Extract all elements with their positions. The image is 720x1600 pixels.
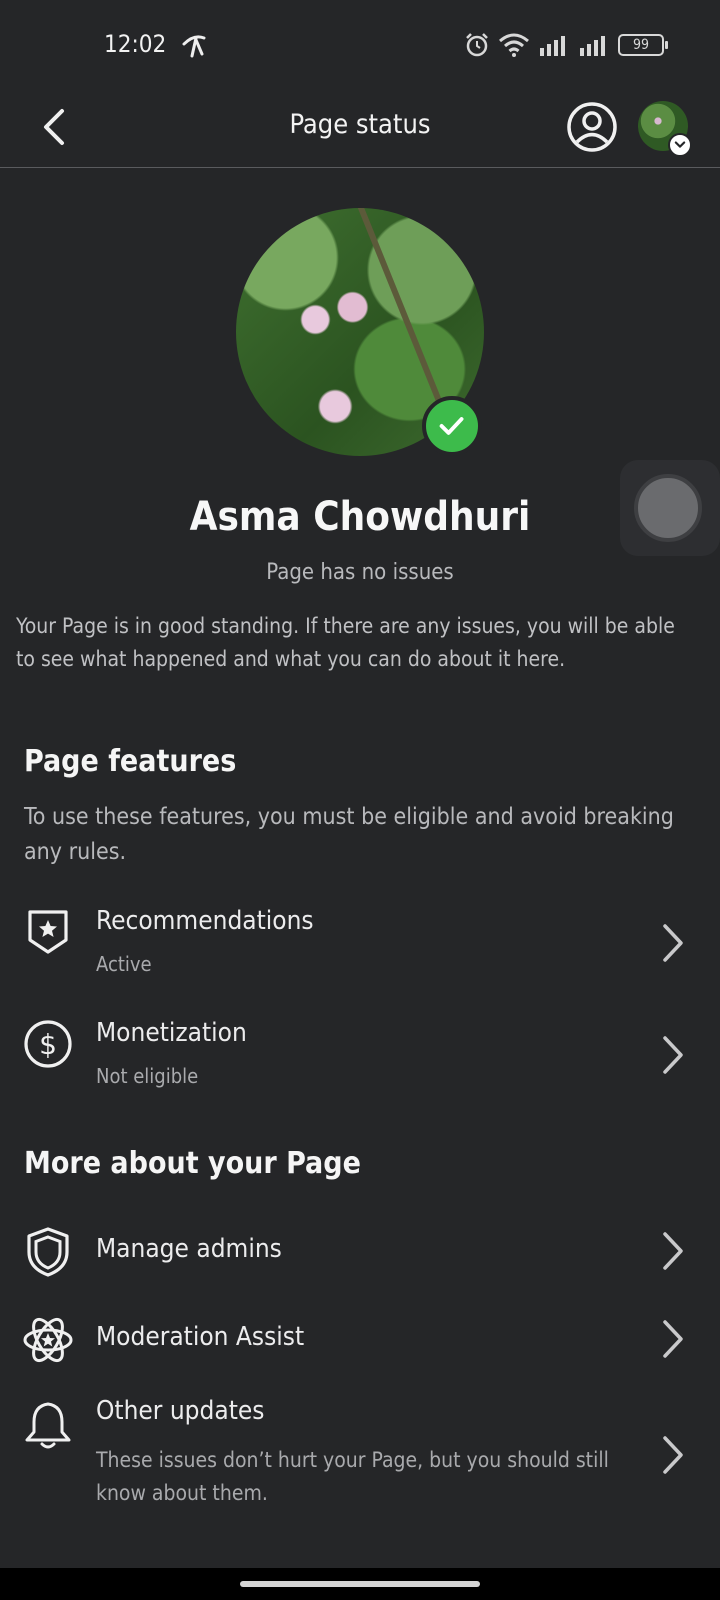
chevron-down-icon — [668, 133, 692, 157]
moderation-assist-row[interactable]: Moderation Assist — [0, 1312, 720, 1384]
standing-description: Your Page is in good standing. If there … — [16, 614, 675, 671]
chevron-right-icon — [663, 1036, 683, 1074]
profile-icon[interactable] — [566, 101, 618, 153]
wifi-icon — [499, 33, 529, 57]
row-label: Manage admins — [96, 1234, 282, 1264]
other-updates-row[interactable]: Other updates These issues don’t hurt yo… — [0, 1396, 720, 1512]
status-bar: 12:02 99 — [0, 0, 720, 95]
section-title-more-about: More about your Page — [24, 1146, 361, 1181]
row-status: Active — [96, 952, 152, 976]
status-icons: 99 — [464, 32, 668, 58]
bell-icon — [25, 1402, 71, 1449]
recommendations-row[interactable]: Recommendations Active — [0, 900, 720, 1000]
checkmark-icon — [422, 396, 482, 456]
section-description: To use these features, you must be eligi… — [24, 804, 674, 865]
chevron-right-icon — [663, 1232, 683, 1270]
row-label: Recommendations — [96, 906, 314, 936]
page-name: Asma Chowdhuri — [189, 494, 531, 540]
atom-star-icon — [23, 1317, 73, 1363]
status-time: 12:02 — [104, 30, 167, 58]
shield-icon — [27, 1227, 69, 1277]
home-gesture-handle[interactable] — [240, 1581, 480, 1587]
chevron-right-icon — [663, 1436, 683, 1474]
shield-star-icon — [28, 910, 68, 954]
svg-text:$: $ — [39, 1028, 57, 1061]
row-label: Other updates — [96, 1396, 265, 1426]
monetization-row[interactable]: $ Monetization Not eligible — [0, 1012, 720, 1112]
chevron-right-icon — [663, 924, 683, 962]
page-status-text: Page has no issues — [266, 560, 454, 585]
app-bar: Page status — [0, 95, 720, 168]
battery-indicator: 99 — [618, 34, 668, 56]
page-switcher-button[interactable] — [638, 101, 692, 157]
section-title-page-features: Page features — [24, 744, 237, 779]
system-navigation-bar — [0, 1568, 720, 1600]
row-description: These issues don’t hurt your Page, but y… — [96, 1448, 609, 1505]
dollar-circle-icon: $ — [24, 1020, 72, 1068]
carrier-logo-icon — [182, 35, 206, 58]
signal-icon — [580, 36, 605, 56]
manage-admins-row[interactable]: Manage admins — [0, 1224, 720, 1296]
row-status: Not eligible — [96, 1064, 199, 1088]
signal-icon — [540, 36, 565, 56]
row-label: Moderation Assist — [96, 1322, 305, 1352]
chevron-right-icon — [663, 1320, 683, 1358]
row-label: Monetization — [96, 1018, 247, 1048]
alarm-icon — [466, 33, 488, 57]
